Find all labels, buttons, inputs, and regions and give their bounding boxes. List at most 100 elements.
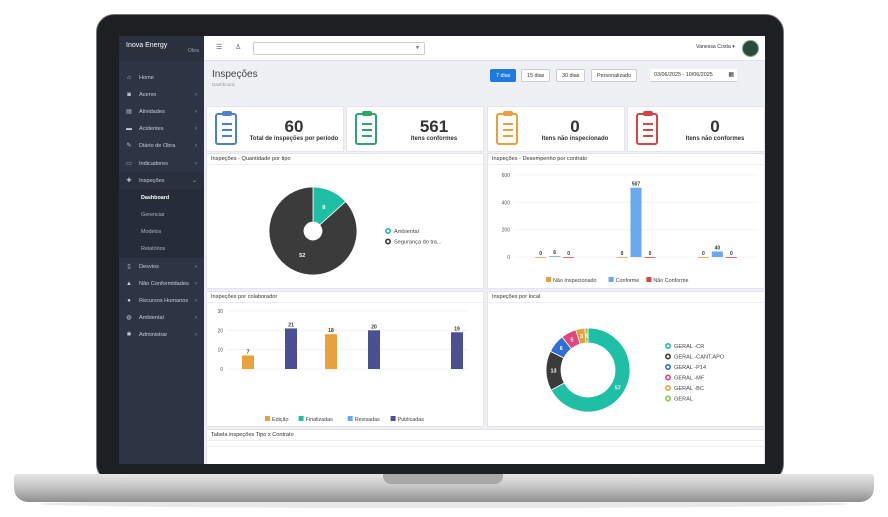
period-7-days-button[interactable]: 7 dias <box>490 69 517 82</box>
legend-label[interactable]: Conforme <box>616 278 640 284</box>
panel-title: Inspeções - Quantidade por tipo <box>207 154 483 165</box>
legend-label[interactable]: GERAL -BC <box>674 386 704 392</box>
user-icon: ● <box>127 298 131 305</box>
bar[interactable] <box>725 257 737 258</box>
bar[interactable] <box>616 257 628 258</box>
sidebar-item-n-o-conformidades[interactable]: ▲ Não Conformidades › <box>119 275 204 292</box>
bar-value-label: 0 <box>567 251 570 257</box>
legend-marker <box>347 416 353 421</box>
menu-toggle-icon[interactable]: ☰ <box>216 43 222 51</box>
legend-label[interactable]: GERAL -CR <box>674 344 704 350</box>
legend-label[interactable]: Revisadas <box>355 417 380 423</box>
calendar-icon[interactable]: ▦ <box>728 69 734 82</box>
period-15-days-button[interactable]: 15 dias <box>521 69 551 82</box>
kpi-value: 60 <box>284 117 304 136</box>
sidebar-subitem-gerenciar[interactable]: Gerenciar <box>119 206 204 224</box>
slice-value-label: 8 <box>322 205 325 211</box>
slice-value-label: 5 <box>571 337 574 343</box>
legend-label[interactable]: Segurança do tra... <box>394 240 442 246</box>
bar-chart-collaborator: 0 10 20 30 7 21 18 20 19 Edição Finalizadas Revisad… <box>217 309 469 423</box>
folder-icon: ▭ <box>126 160 132 167</box>
sidebar-item-indicadores[interactable]: ▭ Indicadores › <box>119 155 204 172</box>
bar-value-label: 20 <box>371 324 377 330</box>
sidebar-item-desvios[interactable]: ▯ Desvios › <box>119 258 204 275</box>
bar[interactable] <box>451 332 463 369</box>
chevron-right-icon: › <box>195 143 197 150</box>
sidebar-subitem-modelos[interactable]: Modelos <box>119 223 204 241</box>
sidebar-item-label: Atividades <box>139 108 165 115</box>
chevron-down-icon: ▼ <box>415 45 420 51</box>
y-tick-label: 400 <box>502 200 511 206</box>
file-icon: ▯ <box>127 263 131 270</box>
kpi-card: 0 Itens não conformes <box>627 106 765 152</box>
user-menu[interactable]: Vanessa Costa ▾ <box>696 44 735 50</box>
legend-marker <box>665 353 672 360</box>
topbar: ☰ ♙ ▼ Vanessa Costa ▾ <box>204 36 765 61</box>
sidebar-item-di-rio-de-obra[interactable]: ✎ Diário de Obra › <box>119 138 204 155</box>
bar[interactable] <box>630 187 642 257</box>
bar[interactable] <box>697 257 709 258</box>
legend-marker <box>265 416 270 421</box>
sidebar-item-label: Indicadores <box>139 160 168 167</box>
bar[interactable] <box>549 256 561 257</box>
panel-performance-by-contract: Inspeções - Desempenho por contrato 0 200… <box>487 153 765 289</box>
sidebar-item-label: Administrar <box>139 332 168 339</box>
avatar[interactable] <box>742 40 759 57</box>
sidebar-item-label: Home <box>139 74 154 81</box>
pencil-icon: ✎ <box>126 143 132 150</box>
legend-label[interactable]: Finalizadas <box>306 417 334 423</box>
date-range-input[interactable]: 03/06/2025 - 10/06/2025 ▦ <box>650 69 737 82</box>
bar[interactable] <box>711 251 723 257</box>
bar[interactable] <box>242 355 254 369</box>
sidebar-item-label: Inspeções <box>139 177 165 184</box>
bar-value-label: 0 <box>730 251 733 257</box>
legend-label[interactable]: Não Inspecionado <box>553 278 596 284</box>
bar[interactable] <box>285 328 297 369</box>
bar[interactable] <box>535 257 547 258</box>
legend-label[interactable]: Edição <box>272 417 288 423</box>
sidebar-item-label: Diário de Obra <box>139 143 176 150</box>
legend-label[interactable]: GERAL -CANT.APO <box>674 355 725 361</box>
kpi-label: Itens não conformes <box>685 136 745 142</box>
bar[interactable] <box>368 330 380 369</box>
bar-value-label: 0 <box>539 251 542 257</box>
bar-value-label: 507 <box>632 182 641 188</box>
bar[interactable] <box>325 334 337 369</box>
sidebar-item-acervo[interactable]: ◙ Acervo › <box>119 86 204 103</box>
legend-label[interactable]: Publicadas <box>398 417 425 423</box>
kpi-value: 0 <box>570 117 580 136</box>
legend-label[interactable]: GERAL -P14 <box>674 365 706 371</box>
period-30-days-button[interactable]: 30 dias <box>556 69 586 82</box>
sidebar-nav: ⌂ Home ◙ Acervo › ▤ Atividades › ▬ Acidentes › ✎ Diá… <box>119 69 204 344</box>
legend-label[interactable]: GERAL -MF <box>674 376 705 382</box>
bar-value-label: 0 <box>702 251 705 257</box>
user-search-icon[interactable]: ♙ <box>235 43 241 51</box>
brand[interactable]: Inova Energy Obra <box>119 36 204 61</box>
legend-label[interactable]: GERAL <box>674 397 693 403</box>
bar-value-label: 19 <box>454 326 460 332</box>
sidebar-item-atividades[interactable]: ▤ Atividades › <box>119 103 204 120</box>
legend-marker <box>646 277 652 282</box>
chevron-right-icon: › <box>195 108 197 115</box>
legend-marker <box>546 277 551 282</box>
sidebar-item-label: Não Conformidades <box>139 280 189 287</box>
context-select[interactable]: ▼ <box>253 42 425 55</box>
sidebar-item-administrar[interactable]: ✱ Administrar › <box>119 327 204 344</box>
sidebar-subitem-dashboard[interactable]: Dashboard <box>119 189 204 207</box>
bar[interactable] <box>644 257 656 258</box>
sidebar-item-home[interactable]: ⌂ Home <box>119 69 204 86</box>
legend-label[interactable]: Ambiental <box>394 229 419 235</box>
laptop-frame: Inova Energy Obra ⌂ Home ◙ Acervo › ▤ Atividad… <box>0 0 888 517</box>
sidebar-item-ambiental[interactable]: ◍ Ambiental › <box>119 310 204 327</box>
kpi-card: 0 Itens não inspecionado <box>487 106 625 152</box>
legend-label[interactable]: Não Conforme <box>653 278 688 284</box>
panel-by-collaborator: Inspeções por colaborador 0 10 20 30 7 21 18 20… <box>206 291 484 427</box>
sidebar-item-acidentes[interactable]: ▬ Acidentes › <box>119 121 204 138</box>
period-custom-button[interactable]: Personalizado <box>591 69 638 82</box>
sidebar-item-inspe-es[interactable]: ✚ Inspeções ⌄ <box>119 172 204 190</box>
sidebar-item-recursos-humanos[interactable]: ● Recursos Humanos › <box>119 292 204 309</box>
panel-qty-by-type: Inspeções - Quantidade por tipo 8 52 Ambie… <box>206 153 484 289</box>
sidebar-subitem-relat-rios[interactable]: Relatórios <box>119 240 204 259</box>
bar[interactable] <box>563 257 575 258</box>
bar-chart-contract: 02004006000 6 0 05070 0400Não Inspecionado Co… <box>502 173 758 284</box>
